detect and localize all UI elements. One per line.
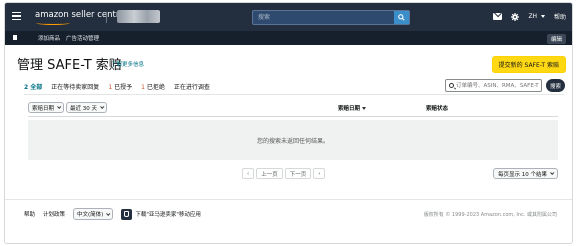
chevron-down-icon — [100, 104, 105, 109]
mobile-app-link[interactable]: 下载"亚马逊卖家"移动应用 — [135, 210, 201, 218]
claim-search-input[interactable] — [456, 81, 540, 90]
bookmark-bar: 添加商品 广告活动管理 编辑 — [5, 31, 572, 45]
date-range-dropdown[interactable]: 最近 30 天 — [66, 102, 107, 113]
footer-help-link[interactable]: 帮助 — [24, 210, 35, 218]
claim-search-button[interactable]: 搜索 — [546, 79, 565, 92]
next-page-button[interactable]: 下一页 — [284, 168, 312, 179]
chevron-down-icon — [57, 104, 62, 109]
gear-icon[interactable] — [511, 12, 520, 21]
nav-right: ZH 帮助 — [493, 12, 566, 21]
footer-policies-link[interactable]: 计划政策 — [43, 210, 65, 218]
empty-results: 您的搜索未返回任何结果。 — [28, 120, 558, 160]
language-selector[interactable]: ZH — [528, 13, 545, 20]
empty-message: 您的搜索未返回任何结果。 — [256, 138, 329, 145]
column-claim-status: 索赔状态 — [426, 106, 449, 112]
search-button[interactable] — [394, 11, 409, 24]
page-title: 管理 SAFE-T 索赔 — [17, 58, 122, 73]
table-toolbar: 索赔日期 最近 30 天 索赔日期 索赔状态 — [28, 102, 558, 114]
mail-icon[interactable] — [493, 13, 503, 20]
divider — [28, 116, 558, 117]
search-icon — [398, 14, 405, 21]
divider — [5, 199, 572, 200]
sort-icon — [362, 107, 367, 110]
bookmark-campaign-manager[interactable]: 广告活动管理 — [66, 34, 99, 42]
search-icon — [449, 83, 454, 88]
footer: 帮助 计划政策 中文(简体) 下载"亚马逊卖家"移动应用 — [24, 208, 201, 220]
search-input[interactable] — [253, 11, 393, 24]
top-navigation: amazon seller central ZH 帮助 — [5, 3, 572, 31]
chevron-down-icon — [540, 15, 545, 18]
date-field-dropdown[interactable]: 索赔日期 — [28, 102, 65, 113]
first-page-button[interactable]: ‹ — [242, 168, 255, 179]
edit-bookmarks-button[interactable]: 编辑 — [546, 34, 566, 44]
divider — [106, 12, 107, 23]
mobile-app-icon[interactable] — [121, 208, 133, 220]
learn-more-link[interactable]: 了解更多信息 — [111, 60, 144, 68]
pagination: ‹ 上一页 下一页 › — [242, 168, 326, 179]
smile-logo-icon — [36, 21, 70, 25]
app-window: amazon seller central ZH 帮助 添加商品 广告活动管理 … — [4, 2, 573, 244]
account-switcher[interactable] — [117, 10, 160, 23]
bookmark-add-product[interactable]: 添加商品 — [38, 34, 60, 42]
divider — [24, 94, 564, 95]
results-per-page-dropdown[interactable]: 每页显示 10 个结果 — [493, 168, 558, 179]
global-search — [252, 10, 410, 25]
brand-logo[interactable]: amazon seller central — [35, 10, 127, 25]
column-claim-date[interactable]: 索赔日期 — [338, 104, 367, 112]
prev-page-button[interactable]: 上一页 — [256, 168, 283, 179]
menu-icon[interactable] — [12, 12, 21, 21]
bookmark-icon[interactable] — [13, 35, 17, 40]
chevron-down-icon — [106, 211, 111, 216]
footer-language-dropdown[interactable]: 中文(简体) — [73, 208, 114, 220]
last-page-button[interactable]: › — [313, 168, 326, 179]
copyright: 版权所有 © 1999-2023 Amazon.com, Inc. 或其附属公司 — [423, 212, 557, 218]
help-link[interactable]: 帮助 — [554, 12, 566, 21]
chevron-left-icon: ‹ — [247, 170, 250, 177]
new-claim-button[interactable]: 提交新的 SAFE-T 索赔 — [491, 56, 566, 73]
claim-search — [445, 79, 542, 92]
chevron-right-icon: › — [318, 170, 321, 177]
chevron-down-icon — [550, 170, 555, 175]
